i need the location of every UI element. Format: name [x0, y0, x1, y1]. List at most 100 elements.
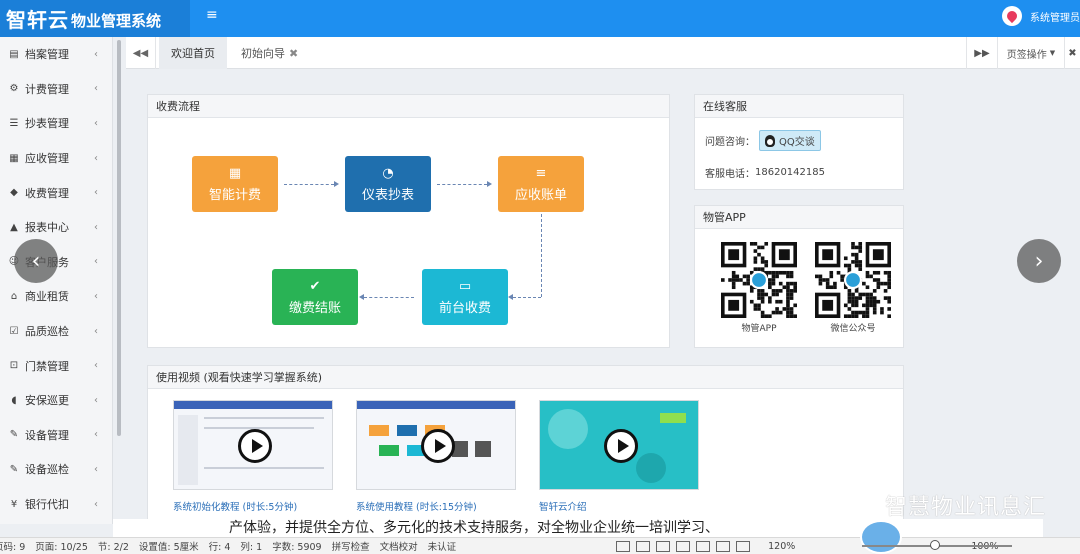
video-title[interactable]: 系统初始化教程 (时长:5分钟) [173, 499, 297, 513]
sidebar: ▤档案管理‹⚙计费管理‹☰抄表管理‹▦应收管理‹◆收费管理‹▲报表中心‹☺客户服… [0, 37, 113, 524]
chevron-left-icon: ‹ [94, 83, 98, 95]
tab-bar: ◀◀ 欢迎首页 初始向导 ✖ ▶▶ 页签操作 ▼ ✖ [126, 37, 1080, 69]
close-all-icon[interactable]: ✖ [1064, 37, 1080, 69]
status-item: 列: 1 [240, 542, 263, 553]
menu-toggle-icon[interactable]: ≡ [206, 7, 218, 23]
status-item: 行: 4 [208, 542, 231, 553]
home-icon: ⌂ [10, 290, 18, 302]
sidebar-item[interactable]: ▦ 应收管理 ‹ [0, 141, 112, 176]
view-mode-icon[interactable] [636, 540, 651, 552]
carousel-prev-icon[interactable]: ‹ [14, 239, 58, 283]
view-mode-icon[interactable] [676, 540, 691, 552]
gears-icon: ⚙ [9, 83, 19, 95]
sidebar-item[interactable]: ◖ 安保巡更 ‹ [0, 383, 112, 418]
sidebar-item[interactable]: ¥ 银行代扣 ‹ [0, 487, 112, 522]
page-ops-dropdown[interactable]: 页签操作 ▼ [997, 37, 1064, 69]
view-mode-icon[interactable] [656, 540, 671, 552]
wrench-icon: ✎ [9, 463, 19, 475]
unlock-icon: ⊡ [9, 360, 19, 372]
brand-sub: 物业管理系统 [71, 11, 162, 30]
zoom-level[interactable]: 120% [768, 541, 795, 552]
play-icon[interactable] [604, 429, 638, 463]
zoom-slider-knob[interactable] [930, 540, 940, 550]
caret-down-icon: ▼ [1049, 49, 1056, 57]
view-mode-icon[interactable] [696, 540, 711, 552]
flow-step-meter-reading[interactable]: ◔ 仪表抄表 [345, 156, 431, 212]
sidebar-item[interactable]: ▤ 档案管理 ‹ [0, 37, 112, 72]
sidebar-item[interactable]: ⌂ 商业租赁 ‹ [0, 279, 112, 314]
qq-chat-button[interactable]: QQ交谈 [759, 130, 821, 151]
flow-step-smart-billing[interactable]: ▦ 智能计费 [192, 156, 278, 212]
sidebar-item-label: 设备巡检 [25, 463, 69, 477]
arrow-head [487, 181, 492, 187]
brand-main: 智轩云 [6, 8, 69, 32]
tab-label: 初始向导 [241, 47, 285, 60]
sidebar-item[interactable]: ▲ 报表中心 ‹ [0, 210, 112, 245]
videos-panel: 使用视频 (观看快速学习掌握系统) 系统初始化教程 (时长:5分钟) 系统使用教… [147, 365, 904, 525]
flow-step-front-desk[interactable]: ▭ 前台收费 [422, 269, 508, 325]
flow-arrow [437, 184, 487, 185]
sidebar-item-label: 门禁管理 [25, 359, 69, 373]
flow-step-checkout[interactable]: ✔ 缴费结账 [272, 269, 358, 325]
chevron-left-icon: ‹ [94, 325, 98, 337]
tab-welcome[interactable]: 欢迎首页 [159, 37, 227, 69]
list-icon: ☰ [9, 117, 19, 129]
view-mode-icon[interactable] [716, 540, 731, 552]
tab-scroll-left-icon[interactable]: ◀◀ [126, 37, 156, 69]
sidebar-item[interactable]: ◆ 收费管理 ‹ [0, 175, 112, 210]
watermark-text: 智慧物业讯息汇 [884, 495, 1046, 520]
app-panel: 物管APP 物管APP 微信公众号 [694, 205, 904, 348]
video-thumb-init[interactable] [173, 400, 333, 490]
status-item: 字数: 5909 [272, 542, 322, 553]
chevron-left-icon: ‹ [94, 463, 98, 475]
video-thumb-usage[interactable] [356, 400, 516, 490]
list-icon: ≡ [535, 165, 547, 181]
qr-label: 物管APP [741, 324, 777, 334]
status-item: 设置值: 5厘米 [138, 542, 199, 553]
sidebar-item[interactable]: ☑ 品质巡检 ‹ [0, 314, 112, 349]
brand-logo[interactable]: 智轩云 物业管理系统 [0, 0, 190, 37]
play-icon[interactable] [421, 429, 455, 463]
sidebar-item[interactable]: ⚙ 计费管理 ‹ [0, 72, 112, 107]
qq-label: QQ交谈 [779, 137, 815, 148]
carousel-next-icon[interactable]: › [1017, 239, 1061, 283]
sidebar-item[interactable]: ⊡ 门禁管理 ‹ [0, 348, 112, 383]
video-title[interactable]: 系统使用教程 (时长:15分钟) [356, 499, 477, 513]
chevron-left-icon: ‹ [94, 394, 98, 406]
video-title[interactable]: 智轩云介绍 [539, 499, 587, 513]
assistant-bubble-icon[interactable] [860, 520, 902, 554]
file-icon: ▤ [9, 48, 19, 60]
tab-scroll-right-icon[interactable]: ▶▶ [966, 37, 997, 69]
status-item: 节: 2/2 [97, 542, 129, 553]
arrow-head [508, 294, 513, 300]
tab-label: 欢迎首页 [171, 47, 215, 60]
video-thumb-intro[interactable] [539, 400, 699, 490]
status-item[interactable]: 未认证 [428, 539, 457, 553]
qr-label: 微信公众号 [830, 324, 876, 334]
wrench-icon: ✎ [9, 429, 19, 441]
tab-close-icon[interactable]: ✖ [289, 47, 298, 60]
phone-row: 客服电话： 18620142185 [705, 165, 825, 180]
user-menu[interactable]: 系统管理员 [1002, 6, 1080, 26]
tab-setup-wizard[interactable]: 初始向导 ✖ [229, 37, 310, 69]
sidebar-item[interactable]: ☰ 抄表管理 ‹ [0, 106, 112, 141]
flow-step-label: 智能计费 [208, 187, 261, 203]
sidebar-scrollbar[interactable] [117, 40, 121, 436]
view-mode-icon[interactable] [616, 540, 631, 552]
status-item[interactable]: 拼写检查 [332, 539, 370, 553]
flow-step-receivable-bill[interactable]: ≡ 应收账单 [498, 156, 584, 212]
phone-label: 客服电话： [705, 169, 755, 180]
sidebar-item[interactable]: ✎ 设备管理 ‹ [0, 418, 112, 453]
wechat-qr-code [815, 242, 891, 318]
flow-arrow [364, 297, 414, 298]
status-item[interactable]: 文档校对 [380, 539, 418, 553]
fee-flow-panel: 收费流程 ▦ 智能计费 ◔ 仪表抄表 ≡ 应收账单 ▭ 前台收费 ✔ 缴费结账 [147, 94, 670, 348]
play-icon[interactable] [238, 429, 272, 463]
tag-icon: ◆ [10, 187, 18, 199]
top-bar: 智轩云 物业管理系统 ≡ 系统管理员 [0, 0, 1080, 37]
view-mode-icon[interactable] [736, 540, 751, 552]
sidebar-item[interactable]: ✎ 设备巡检 ‹ [0, 452, 112, 487]
panel-title: 收费流程 [148, 95, 669, 118]
status-item: 页码: 9 [0, 542, 26, 553]
card-icon: ▭ [458, 278, 472, 294]
